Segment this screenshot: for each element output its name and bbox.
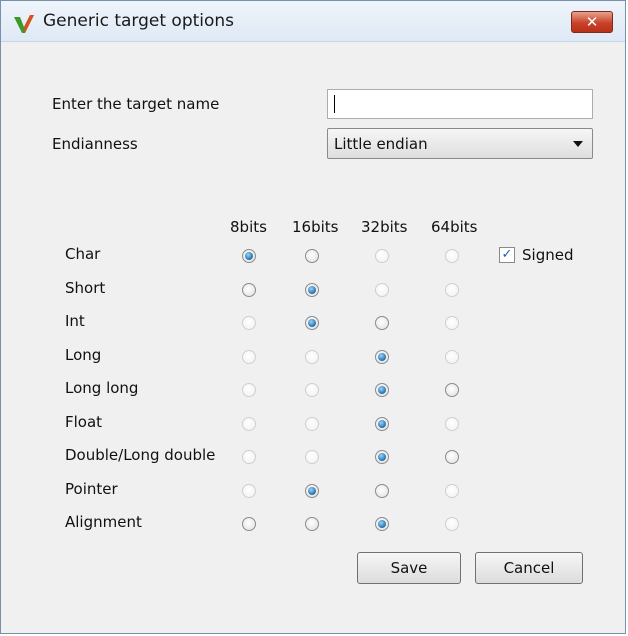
radio-int-64bits [445,316,459,330]
radio-long-8bits [242,349,256,364]
radio-short-8bits[interactable] [242,282,256,297]
radio-char-16bits[interactable] [305,249,319,263]
radio-pointer-16bits[interactable] [305,483,319,498]
close-icon: ✕ [585,13,599,31]
radio-short-64bits [445,282,459,297]
radio-long-64bits [445,349,459,364]
text-caret [334,95,335,113]
radio-long-long-8bits [242,383,256,397]
dialog-window: Generic target options ✕ Enter the targe… [0,0,626,634]
column-header-8bits: 8bits [230,218,267,236]
row-label-float: Float [65,412,103,431]
column-header-32bits: 32bits [361,218,408,236]
save-button[interactable]: Save [357,552,461,584]
window-title: Generic target options [43,11,235,31]
endianness-label: Endianness [52,135,138,153]
close-button[interactable]: ✕ [571,11,613,33]
row-label-pointer: Pointer [65,479,118,498]
radio-char-32bits [375,249,389,263]
radio-short-16bits[interactable] [305,282,319,297]
radio-alignment-8bits[interactable] [242,517,256,531]
radio-long-long-64bits[interactable] [445,383,459,397]
check-icon: ✓ [501,247,513,262]
radio-long-long-16bits [305,383,319,397]
radio-long-32bits[interactable] [375,349,389,364]
signed-checkbox[interactable]: ✓ [499,247,515,263]
endianness-value: Little endian [334,135,428,153]
radio-long-16bits [305,349,319,364]
radio-double-long-double-16bits [305,450,319,464]
radio-double-long-double-32bits[interactable] [375,450,389,464]
radio-char-64bits [445,249,459,263]
endianness-dropdown[interactable]: Little endian [327,128,593,159]
radio-pointer-64bits [445,483,459,498]
radio-char-8bits[interactable] [242,249,256,263]
radio-double-long-double-64bits[interactable] [445,450,459,464]
radio-long-long-32bits[interactable] [375,383,389,397]
row-label-short: Short [65,278,106,297]
row-label-double-long-double: Double/Long double [65,446,216,464]
radio-float-64bits [445,416,459,431]
chevron-down-icon [573,141,583,147]
column-header-16bits: 16bits [292,218,339,236]
app-icon [14,15,34,33]
row-label-long: Long [65,345,102,364]
row-label-int: Int [65,312,85,330]
signed-label: Signed [522,246,574,264]
radio-int-32bits[interactable] [375,316,389,330]
radio-float-16bits [305,416,319,431]
radio-short-32bits [375,282,389,297]
radio-alignment-16bits[interactable] [305,517,319,531]
radio-float-32bits[interactable] [375,416,389,431]
radio-float-8bits [242,416,256,431]
radio-pointer-8bits [242,483,256,498]
radio-int-16bits[interactable] [305,316,319,330]
radio-double-long-double-8bits [242,450,256,464]
title-bar[interactable]: Generic target options ✕ [1,1,625,42]
radio-alignment-64bits [445,517,459,531]
row-label-long-long: Long long [65,379,139,397]
row-label-char: Char [65,245,101,263]
target-name-label: Enter the target name [52,95,220,113]
column-header-64bits: 64bits [431,218,478,236]
row-label-alignment: Alignment [65,513,142,531]
cancel-button[interactable]: Cancel [475,552,583,584]
radio-int-8bits [242,316,256,330]
radio-pointer-32bits[interactable] [375,483,389,498]
target-name-input[interactable] [327,89,593,119]
radio-alignment-32bits[interactable] [375,517,389,531]
